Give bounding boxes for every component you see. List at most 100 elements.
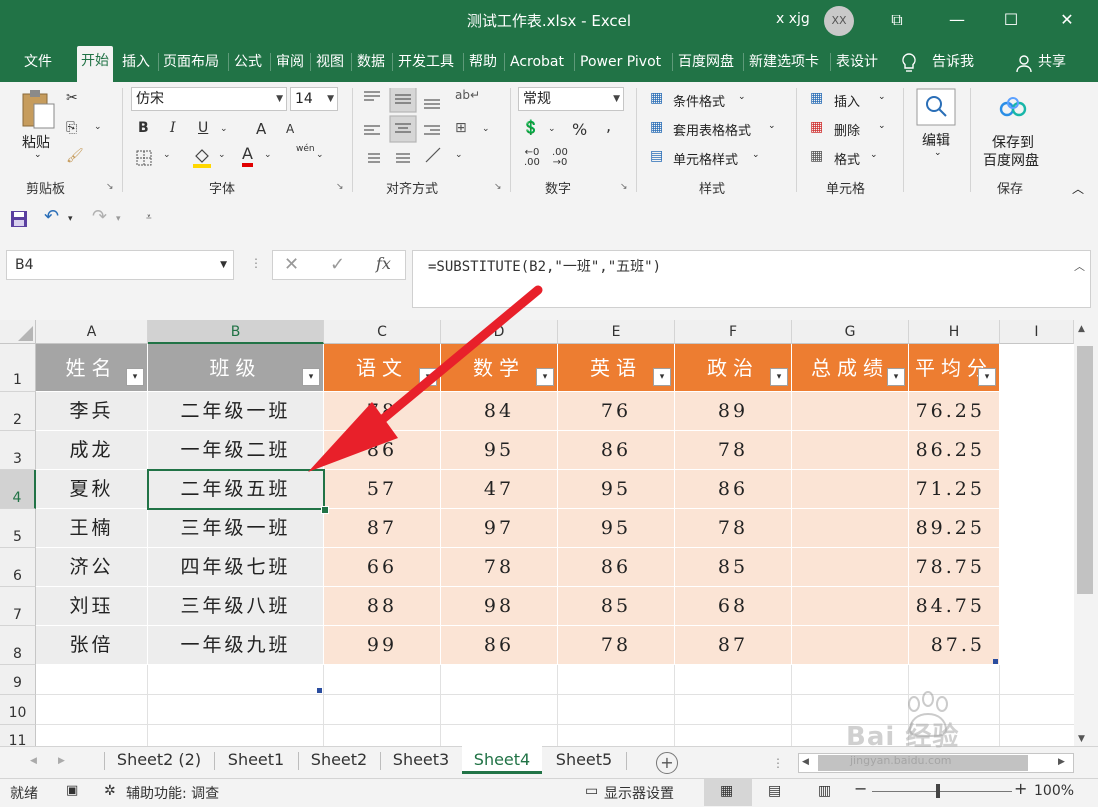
wrap-text-icon[interactable]: ab↵ [455, 88, 480, 102]
alignment-buttons[interactable] [362, 88, 502, 172]
chevron-down-icon[interactable]: ⌄ [738, 92, 746, 102]
table-cell[interactable]: 76 [558, 392, 675, 431]
underline-dropdown-icon[interactable]: ⌄ [220, 124, 228, 134]
table-cell[interactable]: 张倍 [36, 626, 148, 665]
fill-color-dropdown-icon[interactable]: ⌄ [218, 150, 226, 160]
share-button[interactable]: 共享 [1038, 52, 1066, 72]
table-cell[interactable]: 78.75 [909, 548, 1000, 587]
tell-me-search[interactable]: 告诉我 [932, 52, 974, 72]
insert-cells-icon[interactable]: ▦ [810, 90, 823, 106]
page-break-view-icon[interactable]: ▥ [818, 783, 831, 799]
tab-baidu-pan[interactable]: 百度网盘 [678, 52, 734, 72]
phonetic-guide-button[interactable]: wén [296, 144, 315, 154]
scroll-left-icon[interactable]: ◀ [802, 757, 809, 767]
display-settings-icon[interactable]: ▭ [585, 783, 598, 799]
table-cell[interactable]: 四年级七班 [148, 548, 324, 587]
filter-dropdown-button[interactable]: ▾ [887, 368, 905, 386]
cancel-entry-icon[interactable]: ✕ [284, 254, 299, 275]
row-header-5[interactable]: 5 [0, 509, 36, 548]
table-cell[interactable]: 成龙 [36, 431, 148, 470]
table-cell[interactable]: 85 [558, 587, 675, 626]
zoom-level[interactable]: 100% [1034, 783, 1074, 799]
table-cell[interactable]: 68 [675, 587, 792, 626]
customize-qat-icon[interactable]: ⩡ [146, 212, 152, 223]
tab-insert[interactable]: 插入 [122, 52, 150, 72]
copy-icon[interactable]: ⎘ [66, 120, 77, 136]
user-name[interactable]: x xjg [776, 11, 810, 27]
table-cell[interactable]: 王楠 [36, 509, 148, 548]
borders-icon[interactable] [136, 150, 152, 166]
table-cell[interactable] [792, 548, 909, 587]
select-all-corner[interactable] [0, 320, 36, 344]
vertical-scroll-thumb[interactable] [1077, 346, 1093, 594]
tab-table-design[interactable]: 表设计 [836, 52, 878, 72]
close-button[interactable]: ✕ [1050, 6, 1084, 34]
confirm-entry-icon[interactable]: ✓ [330, 254, 345, 275]
table-cell[interactable]: 86.25 [909, 431, 1000, 470]
table-cell[interactable]: 86 [558, 548, 675, 587]
sheet-tab[interactable]: Sheet3 [382, 746, 460, 774]
row-header-11[interactable]: 11 [0, 725, 36, 747]
column-header-b[interactable]: B [148, 320, 324, 344]
table-cell[interactable]: 87 [675, 626, 792, 665]
merge-dropdown-icon[interactable]: ⌄ [482, 124, 490, 134]
table-cell[interactable]: 98 [441, 587, 558, 626]
table-cell[interactable]: 95 [558, 509, 675, 548]
paste-dropdown-icon[interactable]: ⌄ [34, 150, 42, 160]
table-cell[interactable]: 78 [558, 626, 675, 665]
font-color-button[interactable]: A [242, 145, 253, 167]
zoom-in-button[interactable]: + [1014, 779, 1027, 798]
table-cell[interactable]: 99 [324, 626, 441, 665]
table-header-cell[interactable]: 班级 ▾ [148, 344, 324, 392]
chevron-down-icon[interactable]: ⌄ [878, 92, 886, 102]
table-cell[interactable]: 78 [675, 509, 792, 548]
chevron-down-icon[interactable]: ⌄ [870, 150, 878, 160]
filter-dropdown-button[interactable]: ▾ [653, 368, 671, 386]
table-cell[interactable]: 97 [441, 509, 558, 548]
baidu-pan-cloud-icon[interactable] [998, 96, 1028, 120]
font-size-select[interactable]: 14 ▼ [290, 87, 338, 111]
avatar[interactable]: XX [824, 6, 854, 36]
table-cell[interactable]: 87.5 [909, 626, 1000, 665]
table-cell[interactable]: 86 [675, 470, 792, 509]
orientation-dropdown-icon[interactable]: ⌄ [455, 150, 463, 160]
tab-splitter-icon[interactable]: ⋮ [772, 756, 784, 770]
accounting-dropdown-icon[interactable]: ⌄ [548, 124, 556, 134]
tab-file[interactable]: 文件 [24, 52, 52, 72]
table-cell[interactable]: 济公 [36, 548, 148, 587]
undo-dropdown-icon[interactable]: ▾ [68, 214, 73, 224]
table-cell[interactable]: 87 [324, 509, 441, 548]
sheet-tab[interactable]: Sheet2 [300, 746, 378, 774]
chevron-down-icon[interactable]: ⌄ [878, 121, 886, 131]
tab-data[interactable]: 数据 [357, 52, 385, 72]
macro-record-icon[interactable]: ▣ [66, 783, 78, 798]
conditional-formatting-icon[interactable]: ▦ [650, 90, 663, 106]
normal-view-icon[interactable]: ▦ [720, 783, 733, 799]
shrink-font-button[interactable]: A [286, 122, 294, 136]
display-settings-button[interactable]: 显示器设置 [604, 783, 674, 803]
sheet-tab[interactable]: Sheet5 [544, 746, 624, 774]
merge-center-icon[interactable]: ⊞ [455, 120, 467, 136]
insert-cells-button[interactable]: 插入 [834, 91, 860, 110]
zoom-out-button[interactable]: − [854, 779, 867, 798]
accounting-format-icon[interactable]: 💲 [522, 120, 539, 136]
paste-button[interactable]: 粘贴 [22, 132, 50, 152]
tab-help[interactable]: 帮助 [469, 52, 497, 72]
filter-dropdown-button[interactable]: ▾ [978, 368, 996, 386]
tab-developer[interactable]: 开发工具 [398, 52, 454, 72]
collapse-ribbon-icon[interactable]: ︿ [1072, 180, 1084, 197]
sheet-tab-active[interactable]: Sheet4 [462, 746, 542, 774]
number-format-select[interactable]: 常规 ▼ [518, 87, 624, 111]
tab-page-layout[interactable]: 页面布局 [163, 52, 219, 72]
alignment-launcher-icon[interactable]: ↘ [494, 182, 502, 192]
table-resize-handle[interactable] [993, 659, 998, 664]
table-cell[interactable]: 一年级二班 [148, 431, 324, 470]
tab-acrobat[interactable]: Acrobat [510, 52, 564, 72]
row-header-9[interactable]: 9 [0, 665, 36, 695]
table-cell[interactable] [792, 509, 909, 548]
table-cell[interactable]: 89.25 [909, 509, 1000, 548]
chevron-down-icon[interactable]: ⌄ [768, 121, 776, 131]
table-cell[interactable]: 84.75 [909, 587, 1000, 626]
accessibility-icon[interactable]: ✲ [104, 783, 116, 799]
sheet-tab[interactable]: Sheet1 [216, 746, 296, 774]
